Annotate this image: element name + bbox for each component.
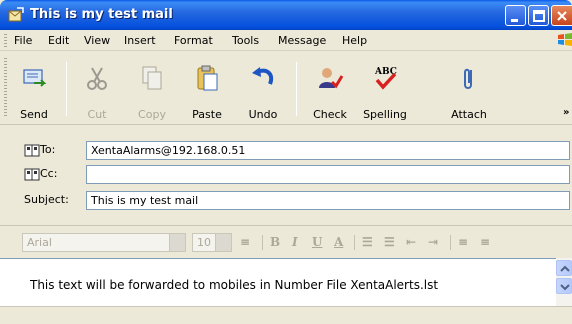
paragraph-style-icon[interactable]: ≡: [240, 235, 250, 249]
cut-button[interactable]: Cut: [73, 56, 121, 122]
maximize-button[interactable]: [528, 5, 549, 26]
copy-icon: [142, 66, 162, 90]
check-names-icon: [319, 68, 344, 89]
copy-label: Copy: [138, 108, 166, 121]
send-icon: [23, 69, 47, 87]
address-book-icon[interactable]: [24, 168, 40, 181]
menu-insert[interactable]: Insert: [124, 34, 156, 47]
bold-icon[interactable]: B: [270, 235, 280, 249]
numbered-list-icon[interactable]: ☰: [362, 235, 373, 249]
to-field[interactable]: XentaAlarms@192.168.0.51: [86, 141, 570, 160]
decrease-indent-icon[interactable]: ⇤: [406, 235, 416, 249]
minimize-icon: [511, 19, 518, 22]
chevron-down-icon: [560, 284, 570, 291]
font-size-value: 10: [197, 236, 211, 249]
undo-button[interactable]: Undo: [239, 56, 287, 122]
send-label: Send: [20, 108, 48, 121]
close-icon: [557, 11, 567, 21]
to-value: XentaAlarms@192.168.0.51: [91, 144, 246, 157]
font-color-icon[interactable]: A: [334, 235, 343, 249]
spelling-label: Spelling: [363, 108, 407, 121]
toolbar-grip[interactable]: [4, 58, 7, 118]
undo-label: Undo: [248, 108, 278, 121]
undo-icon: [252, 67, 274, 85]
address-book-icon[interactable]: [24, 144, 40, 157]
chevron-up-icon: [560, 265, 570, 272]
subject-field[interactable]: This is my test mail: [86, 191, 570, 210]
menu-bar: File Edit View Insert Format Tools Messa…: [0, 30, 572, 51]
paperclip-icon: [464, 68, 472, 89]
to-label: To:: [40, 143, 56, 156]
format-separator: [262, 235, 263, 250]
cut-label: Cut: [87, 108, 107, 121]
compose-window: This is my test mail File Edit View Inse…: [0, 0, 572, 324]
increase-indent-icon[interactable]: ⇥: [428, 235, 438, 249]
format-separator: [354, 235, 355, 250]
cc-field[interactable]: [86, 165, 570, 184]
paste-label: Paste: [192, 108, 222, 121]
align-left-icon[interactable]: ≡: [458, 235, 468, 249]
menu-message[interactable]: Message: [278, 34, 326, 47]
copy-button[interactable]: Copy: [128, 56, 176, 122]
font-name-value: Arial: [27, 236, 52, 249]
paste-button[interactable]: Paste: [183, 56, 231, 122]
scroll-up-button[interactable]: [556, 260, 572, 276]
paste-icon: [197, 65, 218, 91]
toolbar-separator: [66, 62, 67, 116]
send-button[interactable]: Send: [10, 56, 58, 122]
spelling-button[interactable]: ABC Spelling: [361, 56, 409, 122]
font-size-select[interactable]: 10: [192, 233, 232, 252]
window-title: This is my test mail: [30, 7, 173, 22]
subject-value: This is my test mail: [91, 194, 199, 207]
windows-logo-icon: [558, 33, 572, 46]
check-label: Check: [313, 108, 347, 121]
spelling-check-icon: ABC: [374, 67, 397, 90]
status-bar: [0, 306, 572, 324]
message-body[interactable]: This text will be forwarded to mobiles i…: [0, 258, 556, 306]
attach-button[interactable]: Attach: [445, 56, 493, 122]
check-names-button[interactable]: Check: [306, 56, 354, 122]
menu-tools[interactable]: Tools: [232, 34, 259, 47]
scissors-icon: [87, 67, 107, 90]
italic-icon[interactable]: I: [292, 235, 298, 249]
underline-icon[interactable]: U: [312, 235, 322, 249]
menu-edit[interactable]: Edit: [48, 34, 69, 47]
formatting-toolbar: Arial 10 ≡ B I U A ☰ ☰ ⇤ ⇥ ≡ ≡: [0, 225, 572, 257]
standard-toolbar: Send Cut Copy Paste Undo Check ABC Spell…: [0, 52, 572, 125]
format-separator: [450, 235, 451, 250]
minimize-button[interactable]: [505, 5, 526, 26]
vertical-scrollbar[interactable]: [556, 258, 572, 306]
maximize-icon: [533, 10, 545, 22]
toolbar-overflow-chevron[interactable]: »: [563, 107, 569, 118]
close-button[interactable]: [551, 5, 572, 26]
menu-file[interactable]: File: [14, 34, 32, 47]
chevron-down-icon[interactable]: [169, 234, 185, 251]
chevron-down-icon[interactable]: [215, 234, 231, 251]
message-body-text: This text will be forwarded to mobiles i…: [30, 278, 439, 292]
menubar-grip[interactable]: [4, 34, 7, 47]
menu-format[interactable]: Format: [174, 34, 213, 47]
scroll-down-button[interactable]: [556, 278, 572, 294]
cc-label: Cc:: [40, 167, 58, 180]
font-name-select[interactable]: Arial: [22, 233, 186, 252]
title-bar[interactable]: This is my test mail: [0, 0, 572, 30]
bulleted-list-icon[interactable]: ☰: [384, 235, 395, 249]
attach-label: Attach: [451, 108, 487, 121]
menu-help[interactable]: Help: [342, 34, 367, 47]
toolbar-separator: [296, 62, 297, 116]
subject-label: Subject:: [24, 193, 69, 206]
menu-view[interactable]: View: [84, 34, 110, 47]
compose-mail-icon: [8, 7, 24, 22]
align-center-icon[interactable]: ≡: [480, 235, 490, 249]
